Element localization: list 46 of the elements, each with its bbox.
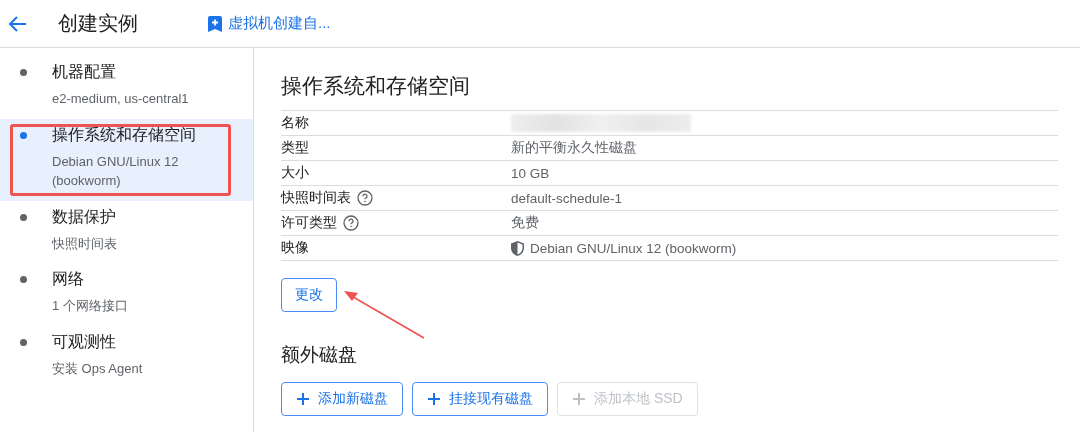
back-arrow-icon[interactable] [8, 13, 28, 34]
row-label: 映像 [281, 239, 309, 257]
sidebar-item[interactable]: 操作系统和存储空间 Debian GNU/Linux 12 (bookworm) [0, 118, 253, 201]
bullet-icon [20, 69, 27, 76]
sidebar-item[interactable]: 机器配置 e2-medium, us-central1 [0, 56, 253, 119]
sidebar-item[interactable]: 可观测性 安装 Ops Agent [0, 325, 253, 388]
row-value: Debian GNU/Linux 12 (bookworm) [530, 240, 737, 256]
extra-disks-title: 额外磁盘 [281, 343, 358, 367]
row-label: 许可类型 [281, 214, 337, 232]
row-label: 名称 [281, 114, 309, 132]
plus-icon [427, 392, 441, 406]
item-subtitle: 快照时间表 [52, 234, 118, 253]
row-label: 快照时间表 [281, 189, 351, 207]
sidebar-item[interactable]: 数据保护 快照时间表 [0, 200, 253, 263]
row-value: 新的平衡永久性磁盘 [511, 139, 637, 157]
bullet-icon [20, 338, 27, 346]
help-icon[interactable] [343, 215, 359, 231]
item-subtitle: 1 个网络接口 [52, 297, 129, 315]
item-subtitle: Debian GNU/Linux 12 (bookworm) [52, 152, 180, 190]
item-title: 网络 [52, 269, 85, 289]
plus-icon [572, 392, 586, 406]
section-title: 操作系统和存储空间 [281, 73, 471, 99]
sidebar-item[interactable]: 网络 1 个网络接口 [0, 263, 253, 326]
item-title: 机器配置 [52, 62, 117, 82]
bullet-icon [20, 213, 27, 221]
item-title: 可观测性 [52, 331, 117, 352]
item-subtitle: 安装 Ops Agent [52, 359, 144, 378]
help-icon[interactable] [357, 190, 373, 206]
bullet-icon [20, 131, 27, 139]
row-value: 10 GB [511, 165, 550, 181]
page-title: 创建实例 [58, 11, 139, 36]
row-label: 大小 [281, 164, 309, 182]
shield-icon [511, 240, 524, 256]
plus-icon [296, 392, 310, 406]
item-subtitle: e2-medium, us-central1 [52, 90, 190, 108]
row-value: 免费 [511, 214, 539, 232]
header-link[interactable]: 虚拟机创建自... [208, 14, 331, 33]
row-label: 类型 [281, 139, 309, 157]
add-disk-button[interactable]: 挂接现有磁盘 [412, 382, 548, 416]
item-title: 操作系统和存储空间 [52, 124, 197, 145]
change-button[interactable]: 更改 [281, 278, 337, 312]
document-plus-icon [208, 15, 222, 32]
bullet-icon [20, 276, 27, 283]
add-disk-button[interactable]: 添加新磁盘 [281, 382, 403, 416]
row-value: default-schedule-1 [511, 190, 623, 206]
item-title: 数据保护 [52, 206, 117, 227]
